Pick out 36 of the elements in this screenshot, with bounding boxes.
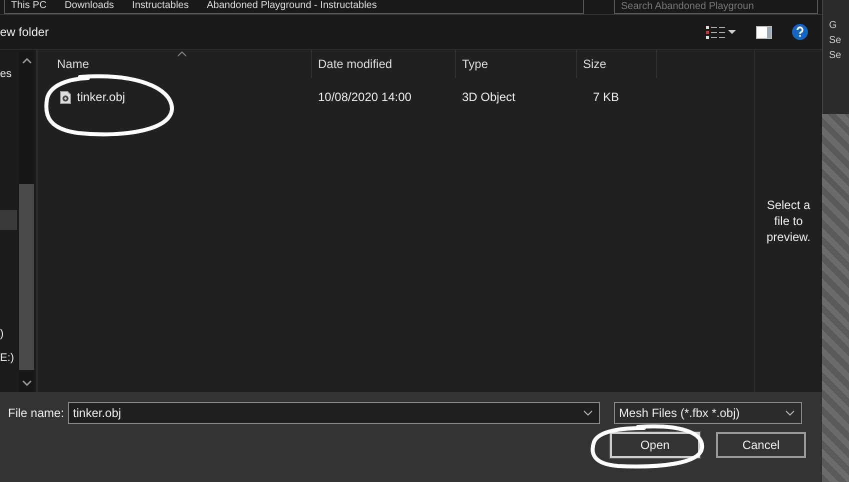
help-icon[interactable] bbox=[792, 24, 808, 40]
breadcrumb[interactable]: This PC bbox=[11, 0, 47, 13]
table-cell-text: 10/08/2020 14:00 bbox=[317, 90, 412, 104]
new-folder-button[interactable]: ew folder bbox=[0, 25, 49, 39]
breadcrumb[interactable]: Abandoned Playground - Instructables bbox=[206, 0, 377, 13]
file-name-field[interactable]: tinker.obj bbox=[68, 402, 600, 424]
preview-pane-icon[interactable] bbox=[756, 26, 772, 38]
file-name[interactable]: tinker.obj bbox=[77, 90, 126, 104]
file-name-label: File name: bbox=[8, 406, 64, 420]
nav-item[interactable]: es bbox=[0, 64, 19, 84]
scrollbar[interactable] bbox=[19, 50, 34, 392]
nav-item[interactable]: ) bbox=[0, 324, 19, 344]
address-bar[interactable]: This PC Downloads Instructables Abandoned Playground - Instructables bbox=[4, 0, 584, 14]
column-header[interactable]: Size bbox=[577, 50, 657, 78]
preview-message: Select a file to preview. bbox=[765, 197, 812, 245]
nav-item[interactable]: E:) bbox=[0, 348, 19, 368]
file-type-dropdown[interactable]: Mesh Files (*.fbx *.obj) bbox=[614, 402, 802, 424]
column-header[interactable]: Type bbox=[456, 50, 577, 78]
panel-text: G bbox=[829, 20, 838, 31]
column-header[interactable]: Name bbox=[38, 50, 312, 78]
panel-text: Se bbox=[829, 50, 842, 61]
column-header[interactable]: Date modified bbox=[312, 50, 456, 78]
file-icon bbox=[60, 90, 71, 104]
breadcrumb[interactable]: Instructables bbox=[132, 0, 189, 13]
cancel-button[interactable]: Cancel bbox=[716, 432, 806, 458]
breadcrumb[interactable]: Downloads bbox=[64, 0, 114, 13]
chevron-down-icon bbox=[785, 410, 796, 416]
table-cell-text: 3D Object bbox=[461, 90, 516, 104]
view-list-icon[interactable] bbox=[706, 25, 736, 39]
table-cell-text: 7 KB bbox=[592, 90, 620, 104]
search-field[interactable]: Search Abandoned Playgroun bbox=[614, 0, 818, 14]
chevron-down-icon bbox=[583, 410, 594, 416]
panel-text: Se bbox=[829, 35, 842, 46]
open-button[interactable]: Open bbox=[610, 432, 700, 458]
scroll-up-icon[interactable] bbox=[22, 58, 32, 64]
scroll-down-icon[interactable] bbox=[22, 380, 32, 386]
